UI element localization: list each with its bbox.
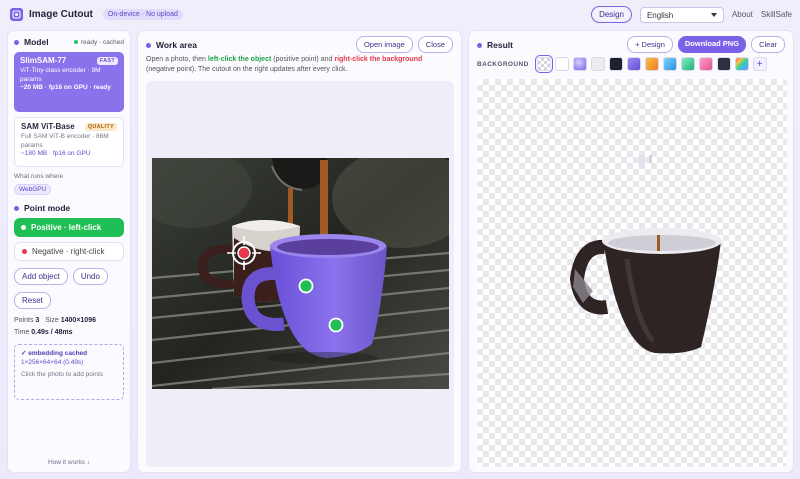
positive-dot-icon (298, 278, 314, 294)
point-mode-heading: Point mode (14, 203, 124, 213)
undo-button[interactable]: Undo (72, 268, 108, 285)
top-bar: Image Cutout On-device · No upload Desig… (0, 0, 800, 28)
work-area-panel: Work area Open image Close Open a photo,… (137, 30, 462, 473)
instr-negative: right-click the background (334, 56, 423, 63)
runs-where-label: What runs where (14, 173, 64, 180)
source-photo[interactable] (152, 158, 449, 389)
runtime-badge: WebGPU (14, 184, 52, 195)
positive-point-marker[interactable] (328, 317, 344, 333)
instr-positive: left-click the object (207, 56, 272, 63)
swatch-light-gray[interactable] (590, 57, 605, 71)
swatch-rainbow[interactable] (734, 57, 749, 71)
crosshair-icon (227, 236, 261, 270)
add-object-button[interactable]: Add object (14, 268, 68, 285)
background-label: BACKGROUND (477, 60, 529, 68)
result-heading-label: Result (487, 40, 513, 50)
app-title: Image Cutout (29, 8, 93, 20)
swatch-blue[interactable] (662, 57, 677, 71)
swatch-white[interactable] (554, 57, 569, 71)
size-label: Size (45, 317, 59, 324)
cache-dims: 1×256×64×64 (0.49s) (21, 359, 84, 366)
language-value: English (646, 10, 674, 20)
negative-dot-icon (22, 249, 27, 254)
section-dot-icon (146, 42, 151, 48)
swatch-green[interactable] (680, 57, 695, 71)
reset-button[interactable]: Reset (14, 292, 51, 309)
close-button[interactable]: Close (417, 36, 453, 53)
size-value: 1400×1096 (60, 317, 96, 324)
point-mode-heading-label: Point mode (24, 203, 71, 213)
section-dot-icon (14, 39, 19, 45)
model-stat: ~20 MB · fp16 on GPU · ready (20, 84, 111, 91)
speed-badge: FAST (96, 56, 118, 65)
embedding-cache-box: ✓ embedding cached 1×256×64×64 (0.49s) C… (14, 344, 124, 400)
sidebar: Model ready · cached SlimSAM-77 FAST ViT-… (7, 30, 131, 473)
status-dot-icon (74, 40, 78, 44)
model-card-sam-vit-base[interactable]: SAM ViT-Base QUALITY Full SAM ViT-B encod… (14, 117, 124, 167)
design-button[interactable]: Design (591, 6, 632, 23)
positive-dot-icon (21, 225, 26, 230)
time-info: Time 0.49s / 48ms (14, 329, 124, 336)
positive-point-marker[interactable] (298, 278, 314, 294)
section-dot-icon (14, 205, 19, 211)
cutout-mug-image (569, 155, 722, 354)
how-it-works-link[interactable]: How it works ↓ (8, 459, 130, 466)
negative-mode-label: Negative · right-click (32, 247, 105, 256)
positive-mode-button[interactable]: Positive · left-click (14, 218, 124, 237)
design-add-button[interactable]: + Design (627, 36, 673, 53)
negative-mode-button[interactable]: Negative · right-click (14, 242, 124, 261)
background-swatches: BACKGROUND + (477, 55, 767, 73)
positive-dot-icon (328, 317, 344, 333)
swatch-transparent[interactable] (534, 55, 553, 73)
negative-point-marker[interactable] (227, 236, 261, 270)
points-size-info: Points 3 Size 1400×1096 (14, 317, 124, 324)
brand-link[interactable]: SkillSafe (761, 10, 792, 19)
result-heading: Result (477, 40, 513, 50)
swatch-pink[interactable] (698, 57, 713, 71)
work-area-heading: Work area (146, 40, 197, 50)
add-swatch-icon[interactable]: + (752, 57, 767, 71)
instr-part: Open a photo, then (146, 56, 208, 63)
model-status-label: ready · cached (81, 38, 124, 46)
language-select[interactable]: English (639, 6, 724, 23)
model-status: ready · cached (74, 39, 124, 46)
model-name: SlimSAM-77 (20, 56, 67, 65)
swatch-lavender[interactable] (572, 57, 587, 71)
model-desc: ViT-Tiny-class encoder · 9M params (20, 67, 101, 83)
result-preview (477, 79, 787, 467)
model-heading: Model ready · cached (14, 37, 124, 47)
app-logo-icon (10, 7, 23, 21)
instr-part: (negative point). The cutout on the righ… (146, 66, 348, 73)
points-label: Points (14, 317, 34, 324)
instr-part: (positive point) and (271, 56, 335, 63)
model-stat: ~180 MB · fp16 on GPU (21, 150, 91, 157)
clear-button[interactable]: Clear (751, 36, 785, 53)
open-image-button[interactable]: Open image (355, 36, 413, 53)
swatch-purple[interactable] (626, 57, 641, 71)
swatch-orange[interactable] (644, 57, 659, 71)
points-value: 3 (35, 317, 40, 324)
cache-status: ✓ embedding cached (21, 350, 88, 357)
section-dot-icon (477, 42, 482, 48)
model-card-slimsam[interactable]: SlimSAM-77 FAST ViT-Tiny-class encoder · … (14, 52, 124, 112)
download-png-button[interactable]: Download PNG (677, 36, 747, 53)
quality-badge: QUALITY (84, 122, 117, 131)
instructions: Open a photo, then left-click the object… (146, 55, 452, 75)
positive-mode-label: Positive · left-click (31, 223, 102, 232)
time-label: Time (14, 329, 30, 336)
coffee-photo-image (152, 158, 449, 389)
cache-hint: Click the photo to add points (21, 371, 104, 378)
about-link[interactable]: About (732, 10, 753, 19)
swatch-charcoal[interactable] (716, 57, 731, 71)
work-area-heading-label: Work area (156, 40, 197, 50)
model-desc: Full SAM ViT-B encoder · 86M params (21, 133, 109, 149)
model-heading-label: Model (24, 37, 49, 47)
privacy-badge: On-device · No upload (102, 8, 183, 20)
result-panel: Result + Design Download PNG Clear BACKG… (468, 30, 794, 473)
chevron-down-icon (710, 12, 717, 17)
time-value: 0.49s / 48ms (31, 329, 73, 336)
swatch-black[interactable] (608, 57, 623, 71)
model-name: SAM ViT-Base (21, 122, 75, 131)
